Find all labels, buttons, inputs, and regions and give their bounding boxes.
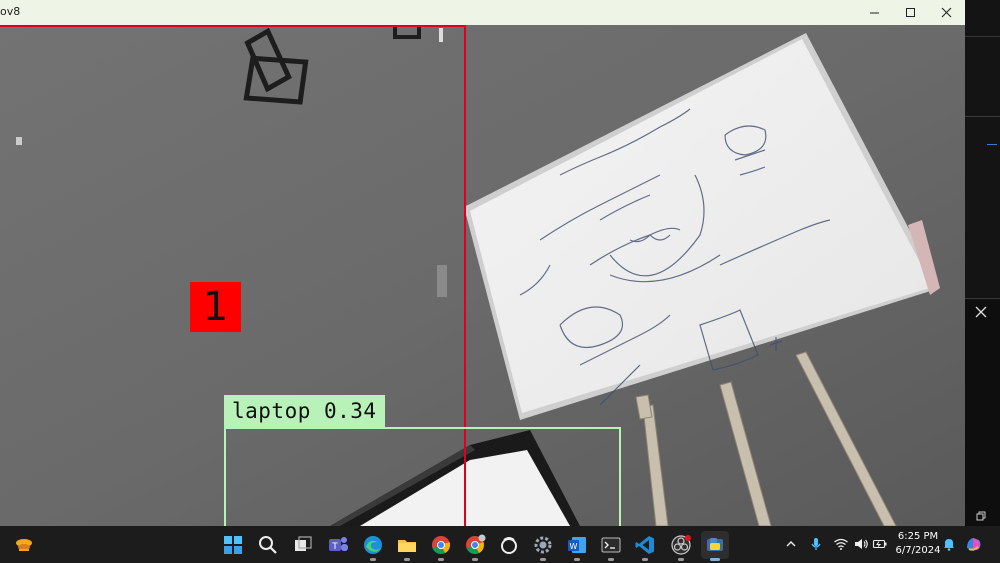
wifi-icon[interactable] — [833, 536, 849, 552]
edge-icon — [364, 536, 382, 554]
notification-bell-icon[interactable] — [941, 536, 957, 552]
battery-icon[interactable] — [872, 536, 888, 552]
settings-icon — [534, 536, 552, 554]
chrome-icon — [432, 536, 450, 554]
copilot-icon[interactable] — [964, 534, 984, 554]
camera-feed: 1 laptop 0.34 — [0, 25, 965, 526]
terminal-icon — [601, 537, 621, 553]
zone-boundary-top — [0, 25, 466, 27]
teams-button[interactable]: T — [324, 531, 352, 559]
minimize-icon — [869, 12, 879, 14]
close-icon — [941, 7, 951, 18]
svg-text:W: W — [570, 542, 578, 551]
chrome-profile-button[interactable] — [461, 531, 489, 561]
close-button[interactable] — [928, 0, 964, 25]
chevron-up-icon[interactable] — [783, 536, 799, 552]
clock-time: 6:25 PM — [897, 531, 939, 542]
task-view-icon — [295, 536, 312, 551]
zone-count-badge: 1 — [190, 282, 241, 332]
vscode-button[interactable] — [631, 531, 659, 561]
edge-button[interactable] — [359, 531, 387, 561]
obs-button[interactable] — [667, 531, 695, 561]
file-explorer-button[interactable] — [393, 531, 421, 561]
search-button[interactable] — [254, 531, 282, 559]
system-tray — [775, 526, 1000, 563]
maximize-icon — [905, 8, 915, 17]
minimize-button[interactable] — [856, 0, 892, 25]
widgets-button[interactable] — [10, 531, 38, 559]
terminal-button[interactable] — [597, 531, 625, 561]
taskbar: T W 6:25 PM 6/7/2024 — [0, 526, 1000, 563]
app-ring-button[interactable] — [495, 531, 523, 559]
background-window-strip — [965, 0, 1000, 526]
word-button[interactable]: W — [563, 531, 591, 561]
word-icon: W — [568, 537, 586, 553]
start-icon — [224, 536, 242, 554]
weather-widget-icon — [16, 539, 32, 551]
maximize-button[interactable] — [892, 0, 928, 25]
python-icon — [707, 538, 723, 551]
chrome-profile-icon — [466, 534, 486, 554]
file-explorer-icon — [398, 540, 416, 552]
teams-icon: T — [329, 537, 348, 552]
title-bar[interactable]: ov8 — [0, 0, 965, 25]
settings-button[interactable] — [529, 531, 557, 561]
video-window: ov8 1 laptop 0.34 — [0, 0, 965, 526]
obs-icon — [671, 535, 691, 555]
vscode-icon — [635, 536, 654, 554]
clock-date: 6/7/2024 — [895, 545, 941, 556]
detection-box — [224, 427, 621, 526]
chrome-button[interactable] — [427, 531, 455, 561]
detection-label: laptop 0.34 — [224, 395, 385, 427]
python-button[interactable] — [701, 531, 729, 561]
task-view-button[interactable] — [289, 531, 317, 559]
microphone-icon[interactable] — [808, 536, 824, 552]
svg-text:T: T — [331, 542, 338, 552]
search-icon — [259, 536, 277, 554]
restore-icon[interactable] — [976, 511, 986, 521]
app-ring-icon — [501, 537, 517, 554]
close-icon[interactable] — [975, 306, 987, 318]
volume-icon[interactable] — [853, 536, 869, 552]
clock[interactable]: 6:25 PM 6/7/2024 — [893, 530, 943, 558]
window-title: ov8 — [0, 5, 21, 18]
start-button[interactable] — [219, 531, 247, 559]
